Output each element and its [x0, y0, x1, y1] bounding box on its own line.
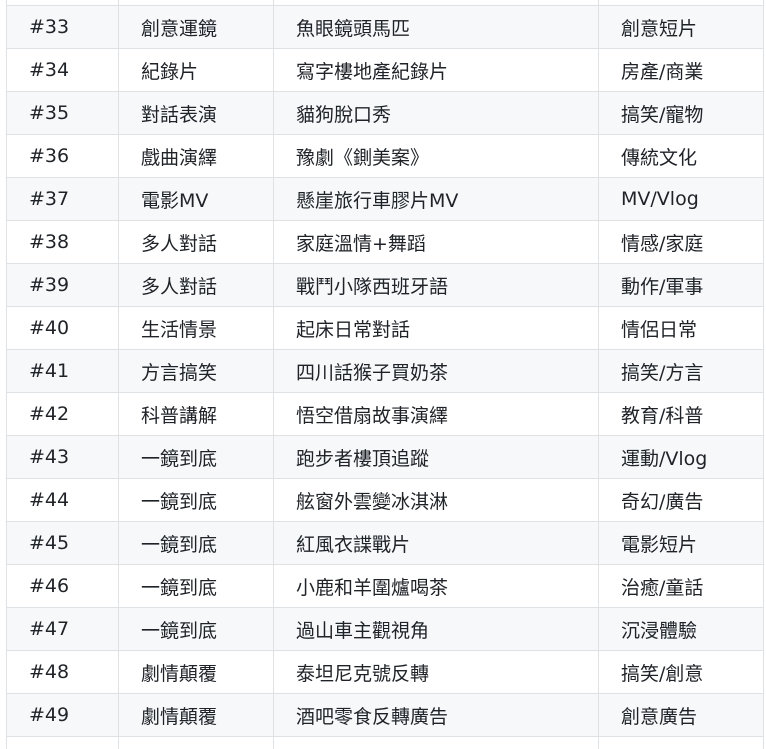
type-cell: 一鏡到底 [118, 478, 274, 522]
type-cell: 劇情顛覆 [118, 650, 274, 694]
table-row: #33 創意運鏡 魚眼鏡頭馬匹 創意短片 [6, 5, 764, 49]
table-row: #44 一鏡到底 舷窗外雲變冰淇淋 奇幻/廣告 [6, 478, 764, 522]
row-number-cell: #42 [6, 392, 119, 436]
table-row [6, 736, 764, 749]
row-number-cell: #43 [6, 435, 119, 479]
title-cell: 紅風衣諜戰片 [273, 521, 599, 565]
genre-cell: 動作/軍事 [598, 263, 764, 307]
type-cell: 科普講解 [118, 392, 274, 436]
genre-cell: 創意短片 [598, 5, 764, 49]
table-row: #35 對話表演 貓狗脫口秀 搞笑/寵物 [6, 91, 764, 135]
title-cell: 貓狗脫口秀 [273, 91, 599, 135]
row-number-cell: #38 [6, 220, 119, 264]
row-number-cell: #37 [6, 177, 119, 221]
title-cell: 起床日常對話 [273, 306, 599, 350]
title-cell [273, 736, 599, 749]
row-number-cell [6, 736, 119, 749]
genre-cell: 情感/家庭 [598, 220, 764, 264]
type-cell: 一鏡到底 [118, 564, 274, 608]
row-number-cell: #40 [6, 306, 119, 350]
genre-cell: 沉浸體驗 [598, 607, 764, 651]
title-cell: 小鹿和羊圍爐喝茶 [273, 564, 599, 608]
table-body: #32#33創意運鏡魚眼鏡頭馬匹創意短片#34紀錄片寫字樓地產紀錄片房產/商業#… [6, 0, 764, 749]
title-cell: 泰坦尼克號反轉 [273, 650, 599, 694]
genre-cell: 奇幻/廣告 [598, 478, 764, 522]
title-cell: 悟空借扇故事演繹 [273, 392, 599, 436]
type-cell: 創意運鏡 [118, 5, 274, 49]
type-cell: 生活情景 [118, 306, 274, 350]
table-row: #42 科普講解 悟空借扇故事演繹 教育/科普 [6, 392, 764, 436]
type-cell [118, 736, 274, 749]
table-row: #43 一鏡到底 跑步者樓頂追蹤 運動/Vlog [6, 435, 764, 479]
row-number-cell: #35 [6, 91, 119, 135]
title-cell: 豫劇《鍘美案》 [273, 134, 599, 178]
table-row: #45 一鏡到底 紅風衣諜戰片 電影短片 [6, 521, 764, 565]
table-row: #34 紀錄片 寫字樓地產紀錄片 房產/商業 [6, 48, 764, 92]
type-cell: 多人對話 [118, 263, 274, 307]
genre-cell: 傳統文化 [598, 134, 764, 178]
title-cell: 魚眼鏡頭馬匹 [273, 5, 599, 49]
genre-cell: 情侶日常 [598, 306, 764, 350]
row-number-cell: #46 [6, 564, 119, 608]
row-number-cell: #47 [6, 607, 119, 651]
title-cell: 跑步者樓頂追蹤 [273, 435, 599, 479]
title-cell: 懸崖旅行車膠片MV [273, 177, 599, 221]
row-number-cell: #39 [6, 263, 119, 307]
type-cell: 對話表演 [118, 91, 274, 135]
row-number-cell: #33 [6, 5, 119, 49]
row-number-cell: #44 [6, 478, 119, 522]
genre-cell: 搞笑/寵物 [598, 91, 764, 135]
type-cell: 一鏡到底 [118, 607, 274, 651]
table-row: #48 劇情顛覆 泰坦尼克號反轉 搞笑/創意 [6, 650, 764, 694]
type-cell: 多人對話 [118, 220, 274, 264]
row-number-cell: #34 [6, 48, 119, 92]
genre-cell: 運動/Vlog [598, 435, 764, 479]
title-cell: 舷窗外雲變冰淇淋 [273, 478, 599, 522]
genre-cell: 創意廣告 [598, 693, 764, 737]
type-cell: 一鏡到底 [118, 435, 274, 479]
table-row: #39 多人對話 戰鬥小隊西班牙語 動作/軍事 [6, 263, 764, 307]
title-cell: 寫字樓地產紀錄片 [273, 48, 599, 92]
genre-cell: 電影短片 [598, 521, 764, 565]
table-row: #46 一鏡到底 小鹿和羊圍爐喝茶 治癒/童話 [6, 564, 764, 608]
type-cell: 劇情顛覆 [118, 693, 274, 737]
table-row: #47 一鏡到底 過山車主觀視角 沉浸體驗 [6, 607, 764, 651]
table-row: #37 電影MV 懸崖旅行車膠片MV MV/Vlog [6, 177, 764, 221]
title-cell: 戰鬥小隊西班牙語 [273, 263, 599, 307]
title-cell: 四川話猴子買奶茶 [273, 349, 599, 393]
title-cell: 過山車主觀視角 [273, 607, 599, 651]
table-row: #41 方言搞笑 四川話猴子買奶茶 搞笑/方言 [6, 349, 764, 393]
genre-cell: 搞笑/創意 [598, 650, 764, 694]
type-cell: 電影MV [118, 177, 274, 221]
row-number-cell: #48 [6, 650, 119, 694]
type-cell: 戲曲演繹 [118, 134, 274, 178]
table-row: #38 多人對話 家庭溫情+舞蹈 情感/家庭 [6, 220, 764, 264]
table-row: #40 生活情景 起床日常對話 情侶日常 [6, 306, 764, 350]
type-cell: 方言搞笑 [118, 349, 274, 393]
scene-table: #32#33創意運鏡魚眼鏡頭馬匹創意短片#34紀錄片寫字樓地產紀錄片房產/商業#… [6, 0, 764, 749]
genre-cell: MV/Vlog [598, 177, 764, 221]
row-number-cell: #36 [6, 134, 119, 178]
table-row: #36 戲曲演繹 豫劇《鍘美案》 傳統文化 [6, 134, 764, 178]
type-cell: 紀錄片 [118, 48, 274, 92]
row-number-cell: #45 [6, 521, 119, 565]
genre-cell: 房產/商業 [598, 48, 764, 92]
type-cell: 一鏡到底 [118, 521, 274, 565]
genre-cell: 治癒/童話 [598, 564, 764, 608]
genre-cell: 教育/科普 [598, 392, 764, 436]
genre-cell [598, 736, 764, 749]
row-number-cell: #41 [6, 349, 119, 393]
table-container: #32#33創意運鏡魚眼鏡頭馬匹創意短片#34紀錄片寫字樓地產紀錄片房產/商業#… [0, 0, 766, 749]
title-cell: 家庭溫情+舞蹈 [273, 220, 599, 264]
genre-cell: 搞笑/方言 [598, 349, 764, 393]
title-cell: 酒吧零食反轉廣告 [273, 693, 599, 737]
table-row: #49 劇情顛覆 酒吧零食反轉廣告 創意廣告 [6, 693, 764, 737]
row-number-cell: #49 [6, 693, 119, 737]
